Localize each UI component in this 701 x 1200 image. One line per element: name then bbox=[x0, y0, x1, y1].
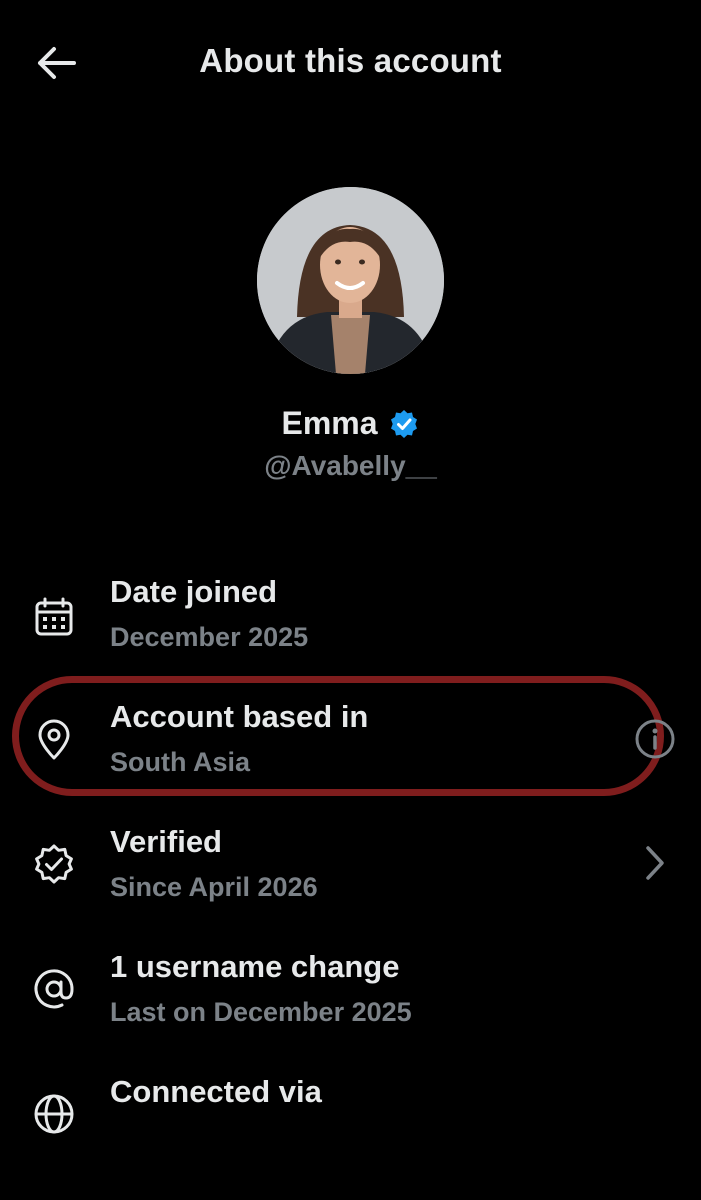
verified-badge-outline-icon bbox=[32, 842, 76, 886]
verified-badge-icon bbox=[390, 409, 417, 438]
at-sign-icon bbox=[32, 967, 76, 1011]
row-account-based-in: Account based in South Asia bbox=[0, 690, 701, 800]
row-subtitle: South Asia bbox=[110, 747, 251, 777]
profile-name-row: Emma bbox=[0, 405, 701, 442]
location-pin-icon bbox=[32, 718, 76, 762]
row-title: Verified bbox=[110, 824, 222, 859]
row-subtitle: Since April 2026 bbox=[110, 872, 318, 902]
calendar-icon bbox=[32, 595, 76, 639]
info-button[interactable] bbox=[634, 718, 676, 760]
row-subtitle: Last on December 2025 bbox=[110, 997, 412, 1027]
row-connected-via: Connected via bbox=[0, 1065, 701, 1175]
globe-icon bbox=[32, 1092, 76, 1136]
row-title: Account based in bbox=[110, 699, 369, 734]
header-bar: About this account bbox=[0, 0, 701, 125]
row-date-joined: Date joined December 2025 bbox=[0, 565, 701, 675]
chevron-right-icon bbox=[646, 846, 664, 880]
row-title: Date joined bbox=[110, 574, 278, 609]
row-subtitle: December 2025 bbox=[110, 622, 309, 652]
display-name: Emma bbox=[281, 405, 378, 441]
verified-chevron[interactable] bbox=[640, 843, 670, 883]
info-icon bbox=[635, 719, 675, 759]
avatar[interactable] bbox=[257, 187, 444, 374]
username-handle: @Avabelly__ bbox=[264, 450, 437, 481]
page-title: About this account bbox=[199, 42, 502, 79]
row-title: Connected via bbox=[110, 1074, 322, 1109]
row-verified[interactable]: Verified Since April 2026 bbox=[0, 815, 701, 925]
row-username-change: 1 username change Last on December 2025 bbox=[0, 940, 701, 1050]
profile-photo bbox=[257, 187, 444, 374]
row-title: 1 username change bbox=[110, 949, 400, 984]
